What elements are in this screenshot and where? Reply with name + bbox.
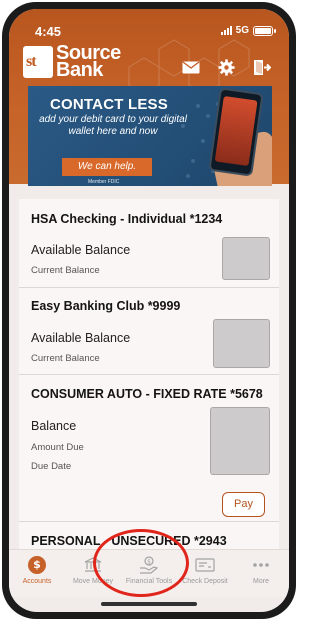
pay-button[interactable]: Pay: [222, 492, 265, 517]
tab-label: More: [253, 578, 269, 585]
tab-label: Move Money: [72, 578, 114, 585]
logo-mark: st: [23, 46, 53, 78]
available-balance-label: Available Balance: [31, 331, 131, 345]
due-date-label: Due Date: [31, 461, 72, 472]
member-fdic-label: Member FDIC: [88, 179, 120, 185]
bottom-tab-bar: $ Accounts Move Money $ Financial Tools …: [9, 549, 289, 597]
source-bank-logo: st Source Bank: [23, 42, 121, 81]
home-indicator[interactable]: [101, 602, 197, 606]
hand-coin-icon: $: [140, 556, 159, 574]
balance-placeholder: [213, 319, 270, 368]
status-bar: 4:45 5G: [9, 9, 289, 49]
header-actions: [182, 59, 271, 76]
accounts-list[interactable]: HSA Checking - Individual *1234 Availabl…: [19, 199, 279, 549]
bank-icon: [84, 557, 102, 572]
account-name: HSA Checking - Individual *1234: [31, 212, 223, 226]
app-screen: 4:45 5G st Source Bank CONTACT LESS add …: [9, 9, 289, 612]
battery-icon: [253, 25, 276, 36]
banner-subtitle: add your debit card to your digital wall…: [39, 114, 187, 137]
tab-accounts[interactable]: $ Accounts: [9, 550, 65, 597]
svg-text:$: $: [147, 559, 151, 566]
tab-label: Check Deposit: [182, 578, 228, 585]
dollar-circle-icon: $: [28, 556, 46, 574]
account-card[interactable]: Easy Banking Club *9999 Available Balanc…: [19, 288, 279, 374]
logout-icon[interactable]: [253, 59, 271, 76]
account-name: PERSONAL - UNSECURED *2943: [31, 534, 227, 548]
check-icon: [195, 558, 215, 572]
phone-frame: 4:45 5G st Source Bank CONTACT LESS add …: [2, 2, 296, 619]
more-dots-icon: [253, 563, 269, 567]
mail-icon[interactable]: [182, 61, 200, 74]
account-card[interactable]: CONSUMER AUTO - FIXED RATE *5678 Balance…: [19, 375, 279, 521]
gear-icon[interactable]: [218, 59, 235, 76]
status-time: 4:45: [35, 24, 62, 39]
balance-label: Balance: [31, 419, 77, 433]
balance-placeholder: [210, 407, 270, 475]
tab-move-money[interactable]: Move Money: [65, 550, 121, 597]
account-name: Easy Banking Club *9999: [31, 299, 181, 313]
banner-title: CONTACT LESS: [50, 96, 168, 113]
network-label: 5G: [235, 25, 249, 36]
contactless-promo-banner[interactable]: CONTACT LESS add your debit card to your…: [28, 86, 272, 186]
tab-check-deposit[interactable]: Check Deposit: [177, 550, 233, 597]
logo-wordmark: Source Bank: [56, 42, 121, 81]
current-balance-label: Current Balance: [31, 353, 100, 364]
balance-placeholder: [222, 237, 270, 280]
account-card[interactable]: PERSONAL - UNSECURED *2943: [19, 522, 279, 549]
status-indicators: 5G: [220, 25, 276, 36]
account-name: CONSUMER AUTO - FIXED RATE *5678: [31, 387, 263, 401]
we-can-help-button[interactable]: We can help.: [62, 158, 152, 176]
amount-due-label: Amount Due: [31, 442, 84, 453]
tab-more[interactable]: More: [233, 550, 289, 597]
current-balance-label: Current Balance: [31, 265, 100, 276]
account-card[interactable]: HSA Checking - Individual *1234 Availabl…: [19, 199, 279, 287]
available-balance-label: Available Balance: [31, 243, 131, 257]
tab-financial-tools[interactable]: $ Financial Tools: [121, 550, 177, 597]
tab-label: Accounts: [22, 578, 52, 585]
signal-icon: [220, 26, 232, 35]
tab-label: Financial Tools: [125, 578, 173, 585]
